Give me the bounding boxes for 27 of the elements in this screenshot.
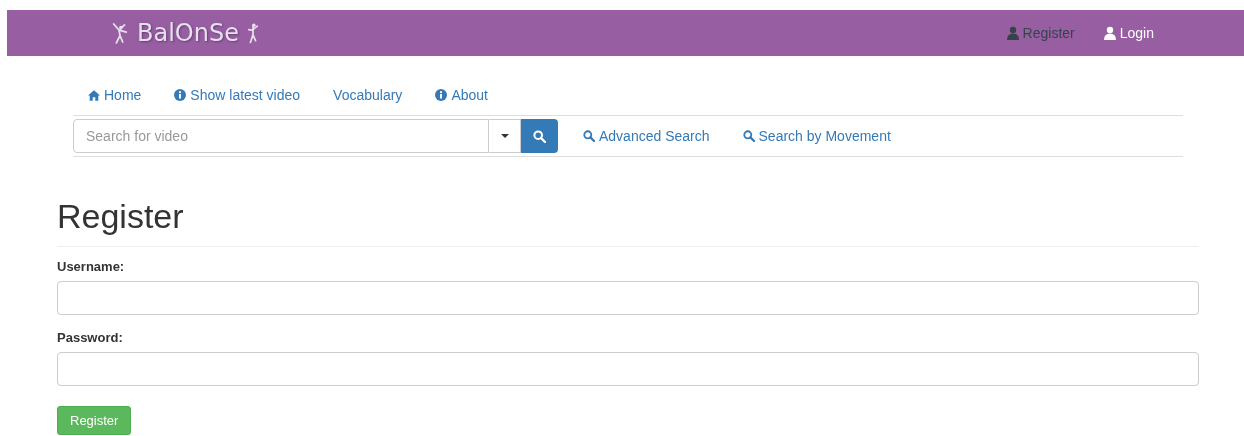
info-icon	[435, 89, 448, 101]
nav-link[interactable]: Home	[88, 87, 142, 103]
search-link[interactable]: Search by Movement	[742, 128, 891, 144]
dancer-icon	[246, 22, 259, 44]
search-field[interactable]: Search for video	[73, 119, 489, 153]
user-icon	[1102, 26, 1117, 40]
password-field[interactable]	[57, 352, 1199, 386]
caret-icon	[500, 134, 509, 138]
search-icon	[742, 130, 755, 142]
search-button[interactable]	[521, 119, 558, 153]
home-icon	[88, 89, 100, 101]
page-title: Register	[57, 197, 1199, 247]
nav-link[interactable]: Show latest video	[174, 87, 301, 103]
search-link[interactable]: Advanced Search	[583, 128, 710, 144]
field-label: Password:	[57, 330, 124, 345]
nav-link[interactable]: About	[435, 87, 488, 103]
field-label: Username:	[57, 259, 126, 274]
search-icon	[583, 130, 595, 142]
register-button[interactable]: Register	[57, 406, 132, 435]
username-field[interactable]	[57, 281, 1199, 315]
nav-link[interactable]: Vocabulary	[333, 87, 403, 103]
header-link[interactable]: Login	[1102, 25, 1154, 41]
info-icon	[174, 89, 187, 101]
search-icon	[533, 129, 546, 143]
dancer-icon	[111, 22, 129, 44]
user-icon	[1005, 26, 1020, 40]
site-logo[interactable]: BalOnSe	[137, 19, 239, 47]
